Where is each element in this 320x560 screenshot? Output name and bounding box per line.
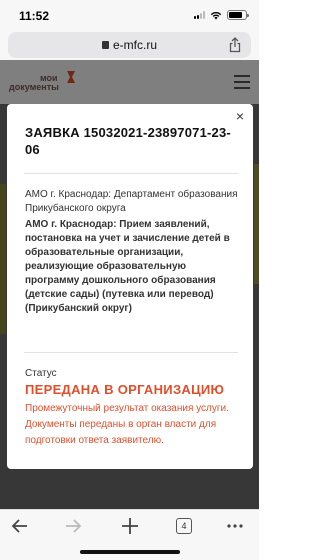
- home-indicator: [80, 550, 180, 554]
- status-value: ПЕРЕДАНА В ОРГАНИЗАЦИЮ: [25, 382, 225, 397]
- lock-icon: [101, 41, 109, 49]
- status-icons: [194, 10, 249, 20]
- browser-toolbar: 4: [0, 509, 259, 560]
- browser-address-area: e-mfc.ru: [0, 30, 259, 60]
- ios-status-bar: 11:52: [0, 0, 259, 30]
- wifi-icon: [210, 11, 222, 19]
- service-name: АМО г. Краснодар: Прием заявлений, поста…: [25, 219, 230, 314]
- back-arrow-icon[interactable]: [11, 516, 29, 536]
- address-bar[interactable]: e-mfc.ru: [8, 32, 251, 58]
- status-description: Промежуточный результат оказания услуги.…: [25, 403, 229, 446]
- department-name: АМО г. Краснодар: Департамент образовани…: [25, 189, 238, 214]
- status-label: Статус: [25, 368, 57, 379]
- application-details-modal: × ЗАЯВКА 15032021-23897071-23-06 АМО г. …: [7, 104, 253, 469]
- forward-arrow-icon[interactable]: [64, 516, 82, 536]
- url-text: e-mfc.ru: [112, 38, 157, 52]
- status-time: 11:52: [19, 9, 50, 23]
- new-tab-plus-icon[interactable]: [120, 516, 140, 536]
- more-menu-icon[interactable]: [226, 516, 244, 536]
- battery-icon: [227, 10, 249, 20]
- tabs-button[interactable]: 4: [176, 516, 192, 536]
- divider: [24, 173, 238, 174]
- cellular-signal-icon: [194, 11, 205, 19]
- divider: [24, 352, 238, 353]
- tabs-count: 4: [176, 518, 192, 534]
- share-icon[interactable]: [228, 37, 242, 53]
- modal-title: ЗАЯВКА 15032021-23897071-23-06: [25, 125, 231, 157]
- close-icon[interactable]: ×: [236, 109, 244, 123]
